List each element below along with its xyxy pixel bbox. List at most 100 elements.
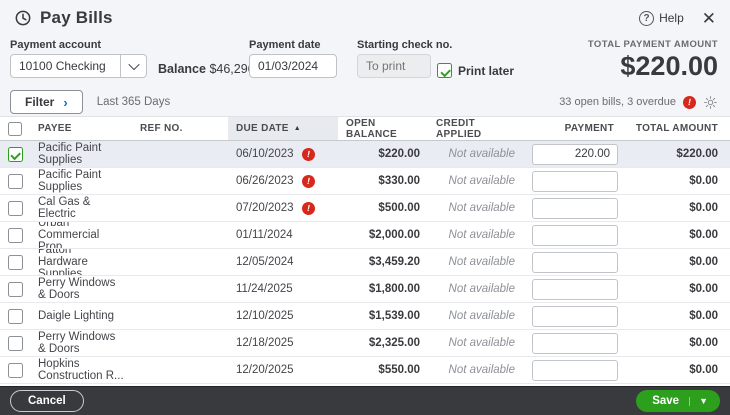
payment-input[interactable] bbox=[532, 278, 618, 300]
sort-ascending-icon: ▲ bbox=[293, 125, 302, 132]
payment-date-label: Payment date bbox=[249, 39, 321, 51]
ref-no-cell bbox=[132, 330, 228, 356]
filter-bar: Filter › Last 365 Days 33 open bills, 3 … bbox=[0, 88, 730, 116]
payment-input[interactable] bbox=[532, 359, 618, 381]
row-checkbox[interactable] bbox=[7, 362, 23, 378]
close-icon[interactable]: ✕ bbox=[702, 10, 716, 27]
payment-input[interactable] bbox=[532, 251, 618, 273]
col-header-ref-no[interactable]: REF NO. bbox=[132, 117, 228, 140]
credit-applied-cell: Not available bbox=[448, 337, 515, 349]
overdue-alert-icon: ! bbox=[681, 94, 698, 110]
payment-input[interactable] bbox=[532, 170, 618, 192]
open-balance-cell: $2,325.00 bbox=[368, 337, 420, 349]
due-date-text: 11/24/2025 bbox=[236, 283, 293, 295]
save-button[interactable]: Save ▼ bbox=[636, 390, 720, 412]
col-header-credit-applied[interactable]: CREDIT APPLIED bbox=[428, 117, 523, 140]
credit-applied-cell: Not available bbox=[448, 175, 515, 187]
payee-cell: Urban Commercial Prop... bbox=[38, 222, 100, 248]
row-checkbox[interactable] bbox=[7, 173, 23, 189]
chevron-down-icon bbox=[120, 55, 146, 77]
payment-input[interactable] bbox=[532, 305, 618, 327]
col-header-payment[interactable]: PAYMENT bbox=[523, 117, 622, 140]
payment-controls: Payment account 10100 Checking Balance $… bbox=[0, 36, 730, 88]
total-amount-cell: $0.00 bbox=[689, 202, 718, 214]
payee-cell: Pacific Paint Supplies bbox=[38, 169, 102, 193]
overdue-icon: ! bbox=[300, 146, 316, 162]
table-row: Hopkins Construction R... 12/20/2025 $55… bbox=[0, 357, 730, 384]
open-balance-cell: $330.00 bbox=[378, 175, 420, 187]
payment-input[interactable] bbox=[532, 332, 618, 354]
total-amount-cell: $220.00 bbox=[676, 148, 718, 160]
bills-table-body: Pacific Paint Supplies 06/10/2023 ! $220… bbox=[0, 141, 730, 384]
help-button[interactable]: ? Help bbox=[639, 10, 684, 26]
total-payment-label: TOTAL PAYMENT AMOUNT bbox=[587, 39, 718, 50]
row-checkbox[interactable] bbox=[7, 308, 23, 324]
row-checkbox[interactable] bbox=[7, 200, 23, 216]
open-balance-cell: $2,000.00 bbox=[368, 229, 420, 241]
ref-no-cell bbox=[132, 249, 228, 275]
row-checkbox[interactable] bbox=[7, 335, 23, 351]
payee-cell: Hopkins Construction R... bbox=[38, 358, 124, 382]
payee-cell: Daigle Lighting bbox=[38, 310, 115, 322]
payment-input[interactable] bbox=[532, 197, 618, 219]
payment-input[interactable] bbox=[532, 224, 618, 246]
row-checkbox[interactable] bbox=[7, 227, 23, 243]
starting-check-input bbox=[357, 54, 431, 78]
col-header-payee[interactable]: PAYEE bbox=[30, 117, 132, 140]
credit-applied-cell: Not available bbox=[448, 310, 515, 322]
total-amount-cell: $0.00 bbox=[689, 337, 718, 349]
open-balance-cell: $1,539.00 bbox=[368, 310, 420, 322]
ref-no-cell bbox=[132, 303, 228, 329]
ref-no-cell bbox=[132, 276, 228, 302]
total-amount-cell: $0.00 bbox=[689, 310, 718, 322]
top-bar: Pay Bills ? Help ✕ bbox=[0, 0, 730, 36]
row-checkbox[interactable] bbox=[7, 281, 23, 297]
ref-no-cell bbox=[132, 222, 228, 248]
due-date-text: 12/05/2024 bbox=[236, 256, 294, 268]
payment-account-label: Payment account bbox=[10, 39, 102, 51]
save-dropdown-caret-icon[interactable]: ▼ bbox=[689, 396, 708, 406]
gear-icon[interactable] bbox=[703, 95, 718, 110]
credit-applied-cell: Not available bbox=[448, 202, 515, 214]
total-amount-cell: $0.00 bbox=[689, 364, 718, 376]
total-amount-cell: $0.00 bbox=[689, 229, 718, 241]
due-date-text: 06/10/2023 bbox=[236, 148, 294, 160]
col-header-due-date[interactable]: DUE DATE ▲ bbox=[228, 117, 338, 140]
table-row: Urban Commercial Prop... 01/11/2024 $2,0… bbox=[0, 222, 730, 249]
payee-cell: Patton Hardware Supplies bbox=[38, 249, 88, 275]
total-amount-cell: $0.00 bbox=[689, 256, 718, 268]
select-all-checkbox[interactable] bbox=[8, 121, 22, 136]
due-date-text: 07/20/2023 bbox=[236, 202, 294, 214]
chevron-right-icon: › bbox=[63, 94, 68, 110]
open-balance-cell: $1,800.00 bbox=[368, 283, 420, 295]
col-header-total-amount[interactable]: TOTAL AMOUNT bbox=[622, 117, 730, 140]
credit-applied-cell: Not available bbox=[448, 229, 515, 241]
col-header-open-balance[interactable]: OPEN BALANCE bbox=[338, 117, 428, 140]
table-row: Cal Gas & Electric 07/20/2023 ! $500.00 … bbox=[0, 195, 730, 222]
open-balance-cell: $220.00 bbox=[378, 148, 420, 160]
open-balance-cell: $550.00 bbox=[378, 364, 420, 376]
due-date-text: 12/18/2025 bbox=[236, 337, 294, 349]
row-checkbox[interactable] bbox=[7, 146, 23, 162]
ref-no-cell bbox=[132, 141, 228, 167]
payment-input[interactable] bbox=[532, 143, 618, 165]
print-later-checkbox[interactable] bbox=[437, 63, 452, 78]
filter-button[interactable]: Filter › bbox=[10, 90, 83, 114]
table-row: Pacific Paint Supplies 06/10/2023 ! $220… bbox=[0, 141, 730, 168]
payment-account-select[interactable]: 10100 Checking bbox=[10, 54, 147, 78]
table-row: Perry Windows & Doors 11/24/2025 $1,800.… bbox=[0, 276, 730, 303]
scheduled-clock-icon bbox=[14, 9, 32, 27]
table-row: Patton Hardware Supplies 12/05/2024 $3,4… bbox=[0, 249, 730, 276]
table-row: Pacific Paint Supplies 06/26/2023 ! $330… bbox=[0, 168, 730, 195]
due-date-text: 01/11/2024 bbox=[236, 229, 293, 241]
credit-applied-cell: Not available bbox=[448, 256, 515, 268]
table-row: Perry Windows & Doors 12/18/2025 $2,325.… bbox=[0, 330, 730, 357]
print-later-label: Print later bbox=[458, 63, 515, 78]
open-balance-cell: $500.00 bbox=[378, 202, 420, 214]
payment-date-input[interactable] bbox=[249, 54, 337, 78]
cancel-button[interactable]: Cancel bbox=[10, 390, 84, 412]
row-checkbox[interactable] bbox=[7, 254, 23, 270]
table-header-row: PAYEE REF NO. DUE DATE ▲ OPEN BALANCE CR… bbox=[0, 116, 730, 141]
payee-cell: Perry Windows & Doors bbox=[38, 277, 116, 301]
ref-no-cell bbox=[132, 168, 228, 194]
